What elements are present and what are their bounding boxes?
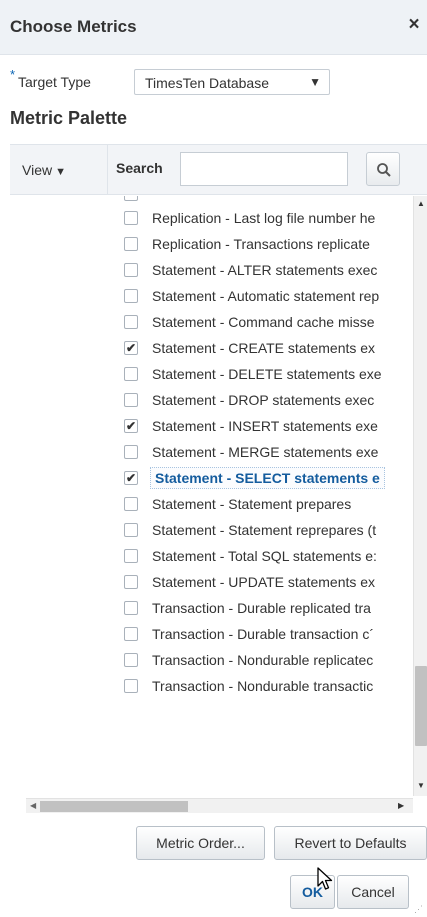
metric-label: Transaction - Durable transaction c´ xyxy=(152,626,375,642)
metric-checkbox[interactable] xyxy=(124,679,138,693)
metric-list[interactable]: Replication - Last log file number he Rep… xyxy=(10,196,413,796)
metric-checkbox[interactable] xyxy=(124,601,138,615)
horizontal-scrollbar[interactable]: ◀ ▶ xyxy=(26,798,413,813)
metric-checkbox[interactable]: ✔ xyxy=(124,341,138,355)
horizontal-scroll-thumb[interactable] xyxy=(40,801,188,812)
metric-checkbox[interactable] xyxy=(124,367,138,381)
metric-list-item[interactable]: ✔ Statement - SELECT statements e xyxy=(10,465,413,491)
metric-checkbox[interactable] xyxy=(124,289,138,303)
view-caret-icon: ▼ xyxy=(55,166,66,178)
dialog-title: Choose Metrics xyxy=(10,17,137,36)
metric-list-item[interactable]: Statement - DROP statements exec xyxy=(10,387,413,413)
view-menu-label: View xyxy=(22,162,53,178)
metric-label: Statement - Total SQL statements e: xyxy=(152,548,377,564)
metric-label: Transaction - Durable replicated tra xyxy=(152,600,371,616)
scroll-up-icon[interactable]: ▲ xyxy=(417,199,425,208)
metric-list-item[interactable]: Statement - UPDATE statements ex xyxy=(10,569,413,595)
metric-checkbox[interactable] xyxy=(124,653,138,667)
metric-label: Statement - DELETE statements exe xyxy=(152,366,382,382)
metric-label: Statement - CREATE statements ex xyxy=(152,340,376,356)
metric-list-item[interactable]: Statement - Total SQL statements e: xyxy=(10,543,413,569)
metric-checkbox[interactable]: ✔ xyxy=(124,471,138,485)
dialog-header: Choose Metrics × xyxy=(0,0,427,55)
metric-checkbox[interactable] xyxy=(124,237,138,251)
metric-list-item[interactable]: Statement - Statement reprepares (t xyxy=(10,517,413,543)
scroll-right-icon[interactable]: ▶ xyxy=(398,801,404,810)
metric-list-item[interactable]: Statement - Statement prepares xyxy=(10,491,413,517)
scroll-down-icon[interactable]: ▼ xyxy=(417,781,425,790)
metric-checkbox[interactable] xyxy=(124,497,138,511)
mouse-cursor-icon xyxy=(317,867,333,890)
metric-label: Statement - SELECT statements e xyxy=(150,467,385,489)
metric-list-item[interactable]: Transaction - Nondurable replicatec xyxy=(10,647,413,673)
metric-label: Transaction - Nondurable replicatec xyxy=(152,652,374,668)
metric-label: Statement - DROP statements exec xyxy=(152,392,375,408)
metric-checkbox[interactable] xyxy=(124,549,138,563)
metric-label: Statement - Automatic statement rep xyxy=(152,288,380,304)
cancel-button[interactable]: Cancel xyxy=(337,875,409,909)
metric-list-item[interactable]: Transaction - Durable transaction c´ xyxy=(10,621,413,647)
metric-list-item[interactable]: Statement - ALTER statements exec xyxy=(10,257,413,283)
metric-label: Statement - INSERT statements exe xyxy=(152,418,378,434)
scroll-left-icon[interactable]: ◀ xyxy=(30,801,36,810)
metric-label: Statement - ALTER statements exec xyxy=(152,262,378,278)
target-type-value: TimesTen Database xyxy=(145,75,269,91)
metric-list-item[interactable]: ✔ Statement - CREATE statements ex xyxy=(10,335,413,361)
search-icon xyxy=(377,163,391,177)
metric-label: Transaction - Nondurable transactic xyxy=(152,678,374,694)
metric-label: Statement - UPDATE statements ex xyxy=(152,574,376,590)
palette-title: Metric Palette xyxy=(10,108,128,128)
metric-checkbox[interactable] xyxy=(124,211,138,225)
metric-list-item[interactable]: ✔ Statement - INSERT statements exe xyxy=(10,413,413,439)
vertical-scroll-thumb[interactable] xyxy=(415,666,427,746)
metric-list-item[interactable]: Transaction - Nondurable transactic xyxy=(10,673,413,699)
search-label: Search xyxy=(116,160,163,176)
vertical-scrollbar[interactable]: ▲ ▼ xyxy=(413,196,427,796)
palette-toolbar: View ▼ Search xyxy=(10,144,427,195)
metric-checkbox[interactable]: ✔ xyxy=(124,419,138,433)
resize-grip-icon[interactable]: ⋰ xyxy=(414,904,423,915)
metric-checkbox[interactable] xyxy=(124,575,138,589)
metric-label: Statement - MERGE statements exe xyxy=(152,444,379,460)
metric-checkbox[interactable] xyxy=(124,393,138,407)
toolbar-divider xyxy=(107,145,108,195)
metric-label: Statement - Statement reprepares (t xyxy=(152,522,377,538)
metric-checkbox[interactable] xyxy=(124,445,138,459)
metric-list-item[interactable]: Transaction - Durable replicated tra xyxy=(10,595,413,621)
view-menu[interactable]: View ▼ xyxy=(22,162,66,178)
metric-label: Replication - Transactions replicate xyxy=(152,236,370,252)
metric-list-item[interactable]: Statement - DELETE statements exe xyxy=(10,361,413,387)
metric-list-item[interactable]: Replication - Last log file number he xyxy=(10,205,413,231)
metric-checkbox[interactable] xyxy=(124,196,138,201)
metric-checkbox[interactable] xyxy=(124,263,138,277)
target-type-select[interactable]: TimesTen Database ▼ xyxy=(134,69,330,95)
metric-list-item[interactable]: Replication - Transactions replicate xyxy=(10,231,413,257)
metric-label: Statement - Statement prepares xyxy=(152,496,352,512)
required-marker: * xyxy=(10,67,16,82)
metric-checkbox[interactable] xyxy=(124,315,138,329)
search-input[interactable] xyxy=(180,152,348,186)
metric-checkbox[interactable] xyxy=(124,523,138,537)
metric-order-button[interactable]: Metric Order... xyxy=(136,826,265,860)
metric-label: Replication - Last log file number he xyxy=(152,210,376,226)
metric-label: Statement - Command cache misse xyxy=(152,314,375,330)
metric-list-item[interactable]: Statement - MERGE statements exe xyxy=(10,439,413,465)
dropdown-arrow-icon: ▼ xyxy=(309,75,321,89)
metric-list-item[interactable]: Statement - Automatic statement rep xyxy=(10,283,413,309)
revert-to-defaults-button[interactable]: Revert to Defaults xyxy=(274,826,427,860)
metric-checkbox[interactable] xyxy=(124,627,138,641)
close-icon[interactable]: × xyxy=(404,14,424,36)
target-type-label: Target Type xyxy=(18,74,91,90)
search-button[interactable] xyxy=(366,152,400,186)
metric-list-item[interactable]: Statement - Command cache misse xyxy=(10,309,413,335)
